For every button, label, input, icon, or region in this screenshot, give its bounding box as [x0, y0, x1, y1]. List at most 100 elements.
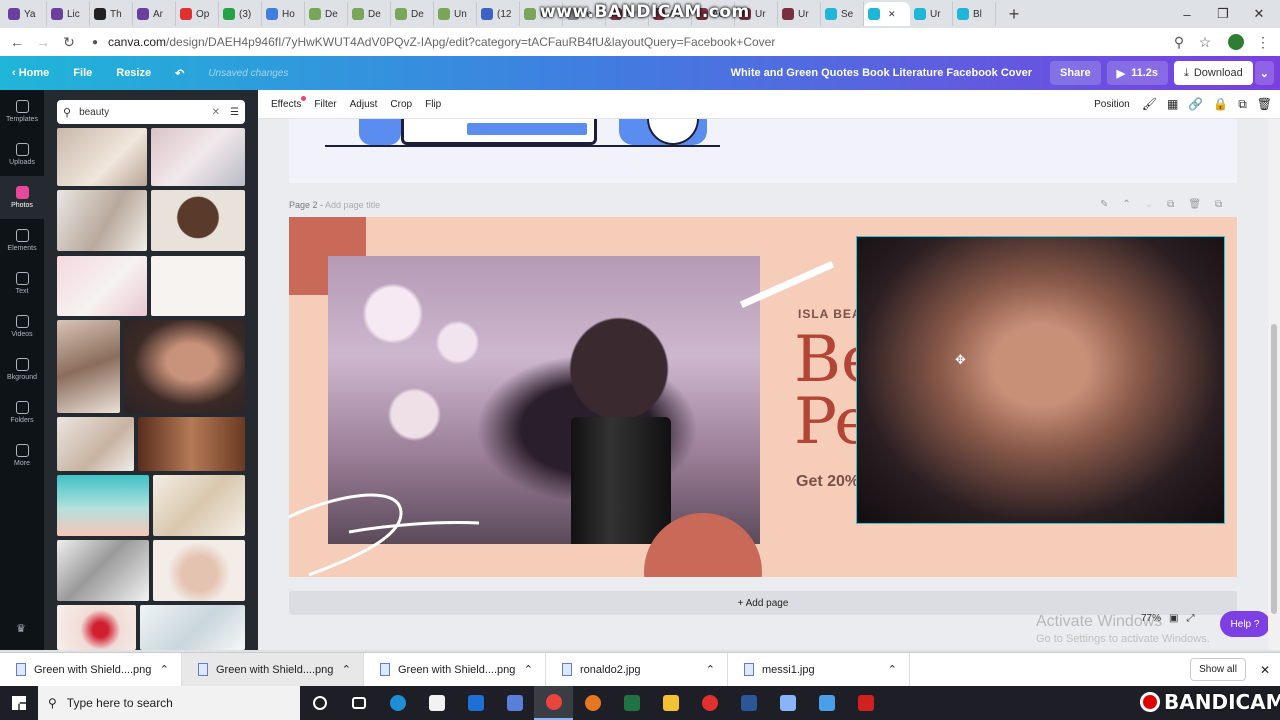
page-title-input[interactable]: Add page title — [325, 200, 380, 210]
duplicate-page-icon[interactable]: ⧉ — [1167, 199, 1174, 210]
woman-portrait-photo-selected[interactable]: ✥ — [856, 236, 1225, 524]
page-2-canvas[interactable]: ISLA BEAUTY CENTER Beauty and PeacePromo… — [289, 217, 1237, 577]
undo-icon[interactable]: ↶ — [163, 67, 196, 80]
rail-item-videos[interactable]: Videos — [0, 305, 44, 348]
link-icon[interactable]: 🔗 — [1188, 97, 1203, 111]
url-field[interactable]: canva.com/design/DAEH4p946fI/7yHwKWUT4Ad… — [108, 35, 775, 49]
download-chevron-icon[interactable]: ⌃ — [342, 663, 351, 676]
photo-thumbnail[interactable] — [57, 475, 149, 536]
firefox-icon[interactable] — [573, 686, 612, 720]
chrome-icon[interactable] — [534, 686, 573, 720]
browser-tab[interactable]: (12 — [477, 2, 520, 26]
close-window-icon[interactable]: ✕ — [1242, 0, 1276, 28]
duplicate-icon[interactable]: ⧉ — [1238, 97, 1247, 112]
move-page-up-icon[interactable]: ⌃ — [1122, 199, 1130, 210]
close-downloads-icon[interactable]: ✕ — [1260, 663, 1270, 677]
download-item[interactable]: messi1.jpg ⌃ — [728, 652, 910, 687]
download-item[interactable]: ronaldo2.jpg ⌃ — [546, 652, 728, 687]
app-icon[interactable] — [768, 686, 807, 720]
download-button[interactable]: ⤓ Download — [1173, 61, 1253, 85]
crop-button[interactable]: Crop — [390, 99, 412, 110]
zoom-level[interactable]: 77% — [1141, 613, 1161, 624]
rail-item-elements[interactable]: Elements — [0, 219, 44, 262]
download-chevron-icon[interactable]: ⌃ — [524, 663, 533, 676]
task-view-icon[interactable] — [339, 686, 378, 720]
resize-button[interactable]: Resize — [104, 67, 163, 79]
reload-icon[interactable]: ↻ — [56, 29, 82, 55]
delete-icon[interactable]: 🗑 — [1257, 97, 1272, 111]
rail-item-bkground[interactable]: Bkground — [0, 348, 44, 391]
present-button[interactable]: ▶ 11.2s — [1106, 61, 1168, 85]
restore-icon[interactable]: ❐ — [1206, 0, 1240, 28]
browser-tab[interactable]: De — [305, 2, 348, 26]
rail-item-folders[interactable]: Folders — [0, 391, 44, 434]
photo-thumbnail[interactable] — [138, 417, 245, 471]
fullscreen-icon[interactable]: ⤢ — [1186, 613, 1194, 624]
home-button[interactable]: ‹ Home — [0, 67, 61, 79]
search-input[interactable]: ⚲ beauty ✕ ☰ — [57, 100, 245, 124]
excel-icon[interactable] — [612, 686, 651, 720]
photo-thumbnail[interactable] — [153, 475, 245, 536]
filter-button[interactable]: Filter — [314, 99, 336, 110]
photo-thumbnail[interactable] — [57, 256, 147, 316]
browser-tab[interactable]: Ur — [910, 2, 953, 26]
adjust-button[interactable]: Adjust — [350, 99, 378, 110]
add-page-button[interactable]: + Add page — [289, 591, 1237, 615]
taskbar-search-input[interactable]: ⚲ Type here to search — [38, 686, 300, 720]
page-grid-icon[interactable]: ▣ — [1169, 613, 1178, 624]
store-icon[interactable] — [417, 686, 456, 720]
lock-element-icon[interactable]: 🔒 — [1213, 97, 1228, 111]
word-icon[interactable] — [729, 686, 768, 720]
browser-tab[interactable]: Ar — [133, 2, 176, 26]
explorer-icon[interactable] — [651, 686, 690, 720]
browser-menu-icon[interactable]: ⋮ — [1250, 29, 1276, 55]
move-page-down-icon[interactable]: ⌄ — [1145, 199, 1153, 210]
calculator-icon[interactable] — [495, 686, 534, 720]
download-chevron-icon[interactable]: ⌃ — [888, 663, 897, 676]
photo-thumbnail[interactable] — [57, 417, 134, 471]
help-button[interactable]: Help ? — [1220, 611, 1268, 637]
browser-tab[interactable]: Bl — [953, 2, 996, 26]
browser-tab[interactable]: Th — [90, 2, 133, 26]
show-all-button[interactable]: Show all — [1190, 658, 1246, 681]
rail-item-photos[interactable]: Photos — [0, 176, 44, 219]
profile-avatar[interactable] — [1228, 34, 1244, 50]
photo-thumbnail[interactable] — [140, 605, 245, 650]
photo-thumbnail[interactable] — [57, 190, 147, 251]
add-page-icon[interactable]: ⧉ — [1215, 199, 1222, 210]
effects-button[interactable]: Effects — [271, 95, 307, 110]
browser-tab[interactable]: Ur — [778, 2, 821, 26]
filter-icon[interactable]: ☰ — [230, 107, 239, 118]
browser-tab[interactable]: ✕ — [864, 2, 910, 26]
delete-page-icon[interactable]: 🗑 — [1188, 199, 1201, 210]
browser-tab[interactable]: Op — [176, 2, 219, 26]
page-1-canvas[interactable] — [289, 119, 1237, 183]
edge-icon[interactable] — [378, 686, 417, 720]
flip-button[interactable]: Flip — [425, 99, 441, 110]
rail-item-text[interactable]: Text — [0, 262, 44, 305]
page-notes-icon[interactable]: ✎ — [1100, 199, 1108, 210]
photo-thumbnail[interactable] — [151, 190, 245, 251]
rail-item-templates[interactable]: Templates — [0, 90, 44, 133]
mail-icon[interactable] — [456, 686, 495, 720]
zoom-icon[interactable]: ⚲ — [1166, 29, 1192, 55]
bookmark-star-icon[interactable]: ☆ — [1192, 29, 1218, 55]
photo-thumbnail[interactable]: ​ — [151, 256, 245, 316]
browser-tab[interactable]: Ya — [4, 2, 47, 26]
transparency-icon[interactable]: ▦ — [1167, 97, 1178, 111]
forward-icon[interactable]: → — [30, 29, 56, 55]
minimize-icon[interactable]: – — [1170, 0, 1204, 28]
copy-style-icon[interactable]: 🖌 — [1142, 97, 1157, 111]
windows-start-icon[interactable] — [12, 696, 26, 710]
white-swirl-stroke[interactable] — [289, 487, 489, 577]
download-options-chevron-icon[interactable]: ⌄ — [1254, 61, 1274, 85]
crown-icon[interactable]: ♛ — [16, 622, 26, 635]
close-tab-icon[interactable]: ✕ — [888, 9, 896, 20]
photo-thumbnail[interactable] — [57, 605, 136, 650]
record-icon[interactable] — [690, 686, 729, 720]
scrollbar-thumb[interactable] — [1271, 324, 1277, 614]
design-title[interactable]: White and Green Quotes Book Literature F… — [719, 67, 1044, 79]
vertical-scrollbar[interactable] — [1268, 119, 1280, 650]
photo-thumbnail[interactable] — [57, 128, 147, 186]
browser-tab[interactable]: Un — [434, 2, 477, 26]
